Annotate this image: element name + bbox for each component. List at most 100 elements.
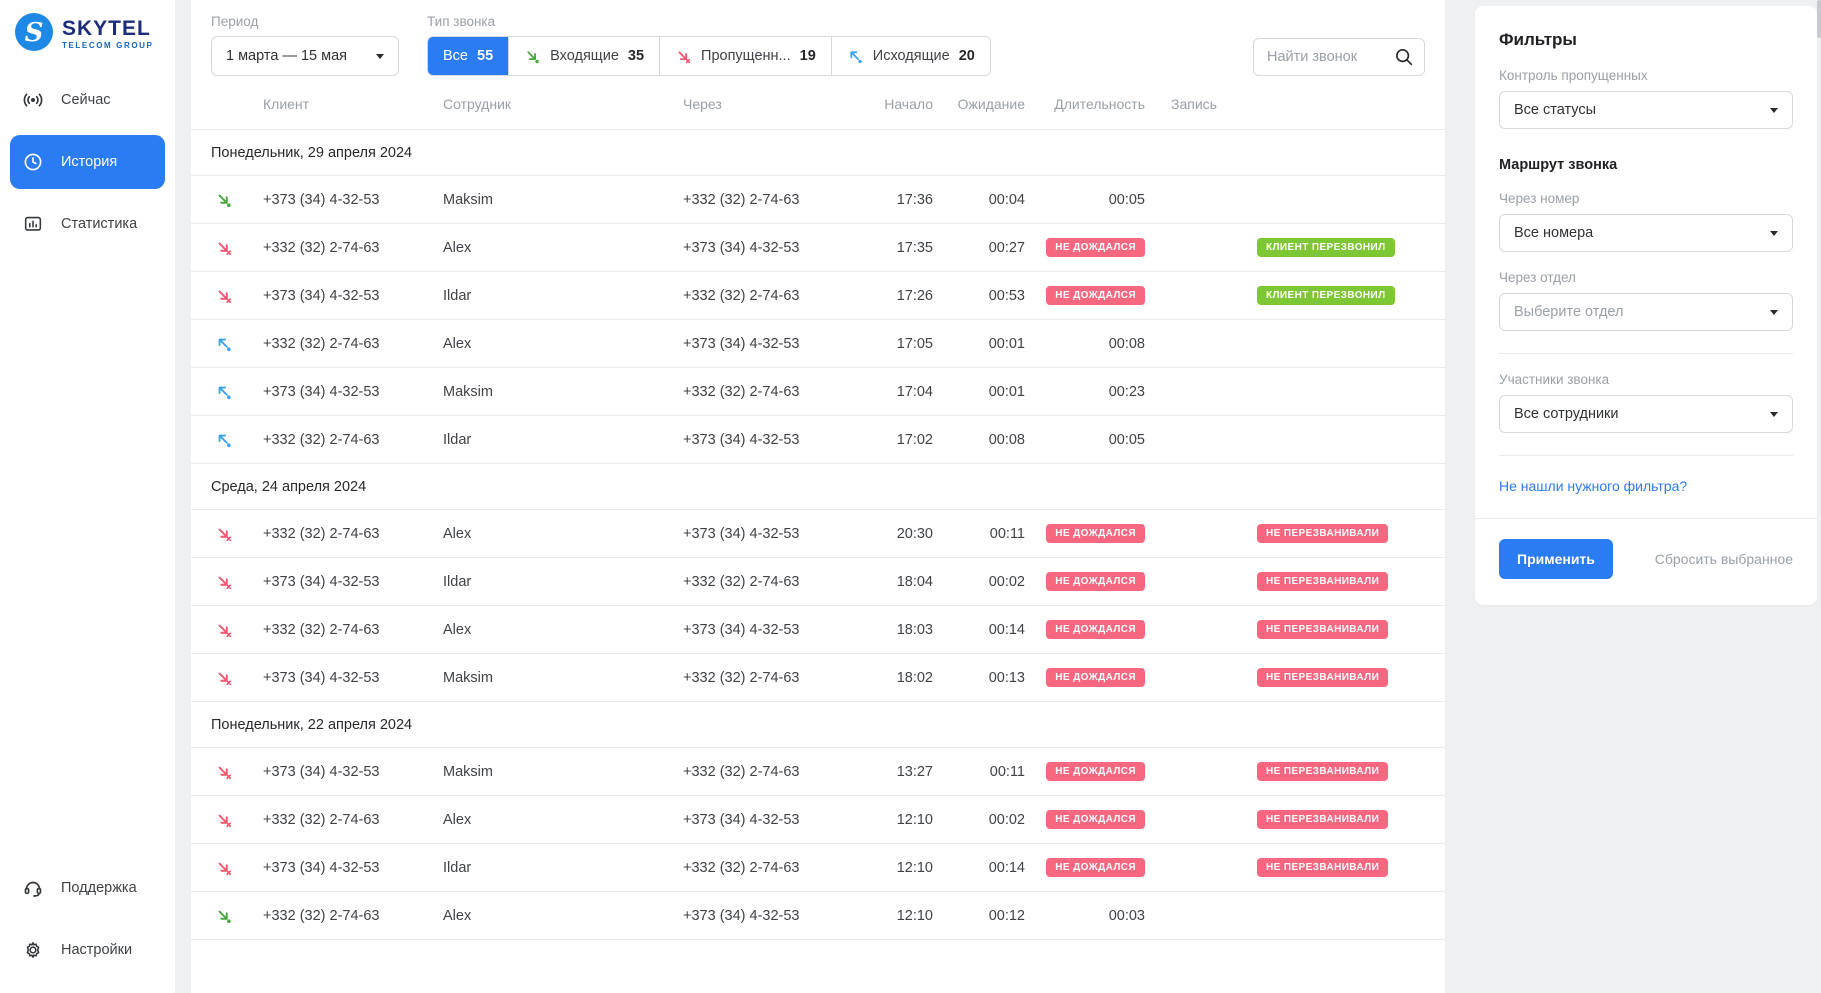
date-section-header: Понедельник, 22 апреля 2024 xyxy=(191,702,1445,748)
call-row[interactable]: +332 (32) 2-74-63Ildar+373 (34) 4-32-531… xyxy=(191,416,1445,464)
via-number: +332 (32) 2-74-63 xyxy=(683,764,855,780)
call-row[interactable]: +332 (32) 2-74-63Alex+373 (34) 4-32-5320… xyxy=(191,510,1445,558)
call-type-tab-all[interactable]: Все55 xyxy=(428,37,508,75)
sidebar-item-label: История xyxy=(61,154,117,170)
employee-name: Ildar xyxy=(443,288,683,304)
scrollbar[interactable] xyxy=(1817,0,1821,993)
call-row[interactable]: +332 (32) 2-74-63Alex+373 (34) 4-32-5312… xyxy=(191,892,1445,940)
client-number: +332 (32) 2-74-63 xyxy=(263,622,443,638)
column-header-employee: Сотрудник xyxy=(443,96,683,112)
sidebar-item-now[interactable]: Сейчас xyxy=(10,73,165,127)
start-time: 12:10 xyxy=(855,860,933,876)
tab-count: 19 xyxy=(800,48,816,64)
client-number: +373 (34) 4-32-53 xyxy=(263,764,443,780)
via-number-select[interactable]: Все номера xyxy=(1499,214,1793,252)
column-header-record: Запись xyxy=(1145,96,1257,112)
participants-select[interactable]: Все сотрудники xyxy=(1499,395,1793,433)
search-box xyxy=(1253,38,1425,76)
start-time: 17:05 xyxy=(855,336,933,352)
wait-time: 00:14 xyxy=(933,622,1025,638)
missed-call-icon xyxy=(675,48,692,65)
headset-icon xyxy=(18,877,48,899)
chevron-down-icon xyxy=(1770,231,1778,236)
duration-cell: НЕ ДОЖДАЛСЯ xyxy=(1025,238,1145,257)
client-number: +332 (32) 2-74-63 xyxy=(263,812,443,828)
client-number: +373 (34) 4-32-53 xyxy=(263,860,443,876)
call-row[interactable]: +373 (34) 4-32-53Maksim+332 (32) 2-74-63… xyxy=(191,654,1445,702)
tab-label: Исходящие xyxy=(873,48,950,64)
client-number: +332 (32) 2-74-63 xyxy=(263,432,443,448)
sidebar-item-support[interactable]: Поддержка xyxy=(10,861,165,915)
not-called-back-badge: НЕ ПЕРЕЗВАНИВАЛИ xyxy=(1257,810,1388,829)
via-number: +332 (32) 2-74-63 xyxy=(683,192,855,208)
incoming-call-icon xyxy=(524,48,541,65)
chevron-down-icon xyxy=(376,54,384,59)
via-number: +373 (34) 4-32-53 xyxy=(683,812,855,828)
not-waited-badge: НЕ ДОЖДАЛСЯ xyxy=(1046,810,1145,829)
sidebar-item-settings[interactable]: Настройки xyxy=(10,923,165,977)
employee-name: Maksim xyxy=(443,384,683,400)
toolbar: Период 1 марта — 15 мая Тип звонка Все55… xyxy=(191,0,1445,76)
missed-call-icon xyxy=(211,239,263,257)
via-number: +373 (34) 4-32-53 xyxy=(683,526,855,542)
missed-control-status: КЛИЕНТ ПЕРЕЗВОНИЛ xyxy=(1257,238,1445,257)
via-department-select[interactable]: Выберите отдел xyxy=(1499,293,1793,331)
tab-label: Входящие xyxy=(550,48,619,64)
filter-help-link[interactable]: Не нашли нужного фильтра? xyxy=(1499,478,1687,494)
call-type-tab-incoming[interactable]: Входящие35 xyxy=(508,37,659,75)
missed-control-status: НЕ ПЕРЕЗВАНИВАЛИ xyxy=(1257,572,1445,591)
brand-logo[interactable]: S SKYTEL TELECOM GROUP xyxy=(0,0,175,65)
scrollbar-thumb[interactable] xyxy=(1817,0,1821,38)
call-type-tab-missed[interactable]: Пропущенн...19 xyxy=(659,37,831,75)
call-type-label: Тип звонка xyxy=(427,14,991,29)
duration-value: 00:05 xyxy=(1025,432,1145,448)
not-called-back-badge: НЕ ПЕРЕЗВАНИВАЛИ xyxy=(1257,620,1388,639)
filters-title: Фильтры xyxy=(1499,30,1793,50)
not-called-back-badge: НЕ ПЕРЕЗВАНИВАЛИ xyxy=(1257,668,1388,687)
via-number: +332 (32) 2-74-63 xyxy=(683,670,855,686)
missed-control-select[interactable]: Все статусы xyxy=(1499,91,1793,129)
period-label: Период xyxy=(211,14,399,29)
call-row[interactable]: +373 (34) 4-32-53Maksim+332 (32) 2-74-63… xyxy=(191,748,1445,796)
via-number: +373 (34) 4-32-53 xyxy=(683,622,855,638)
start-time: 17:04 xyxy=(855,384,933,400)
wait-time: 00:02 xyxy=(933,812,1025,828)
call-row[interactable]: +373 (34) 4-32-53Maksim+332 (32) 2-74-63… xyxy=(191,368,1445,416)
table-header: Клиент Сотрудник Через Начало Ожидание Д… xyxy=(191,78,1445,130)
call-row[interactable]: +332 (32) 2-74-63Alex+373 (34) 4-32-5312… xyxy=(191,796,1445,844)
employee-name: Ildar xyxy=(443,432,683,448)
sidebar-item-history[interactable]: История xyxy=(10,135,165,189)
duration-value: 00:03 xyxy=(1025,908,1145,924)
via-number-label: Через номер xyxy=(1499,191,1793,206)
call-row[interactable]: +332 (32) 2-74-63Alex+373 (34) 4-32-5317… xyxy=(191,224,1445,272)
call-row[interactable]: +332 (32) 2-74-63Alex+373 (34) 4-32-5318… xyxy=(191,606,1445,654)
not-waited-badge: НЕ ДОЖДАЛСЯ xyxy=(1046,620,1145,639)
wait-time: 00:08 xyxy=(933,432,1025,448)
wait-time: 00:13 xyxy=(933,670,1025,686)
chevron-down-icon xyxy=(1770,412,1778,417)
period-select[interactable]: 1 марта — 15 мая xyxy=(211,36,399,76)
via-number: +373 (34) 4-32-53 xyxy=(683,908,855,924)
call-row[interactable]: +373 (34) 4-32-53Ildar+332 (32) 2-74-631… xyxy=(191,272,1445,320)
call-row[interactable]: +332 (32) 2-74-63Alex+373 (34) 4-32-5317… xyxy=(191,320,1445,368)
wait-time: 00:27 xyxy=(933,240,1025,256)
reset-button[interactable]: Сбросить выбранное xyxy=(1655,551,1793,567)
sidebar: S SKYTEL TELECOM GROUP xyxy=(0,0,175,993)
incoming-call-icon xyxy=(211,907,263,925)
client-number: +332 (32) 2-74-63 xyxy=(263,240,443,256)
call-type-tab-outgoing[interactable]: Исходящие20 xyxy=(831,37,990,75)
start-time: 13:27 xyxy=(855,764,933,780)
brand-tagline: TELECOM GROUP xyxy=(62,42,153,50)
start-time: 17:36 xyxy=(855,192,933,208)
call-row[interactable]: +373 (34) 4-32-53Ildar+332 (32) 2-74-631… xyxy=(191,844,1445,892)
live-icon xyxy=(18,89,48,111)
call-row[interactable]: +373 (34) 4-32-53Maksim+332 (32) 2-74-63… xyxy=(191,176,1445,224)
column-header-client: Клиент xyxy=(263,96,443,112)
call-row[interactable]: +373 (34) 4-32-53Ildar+332 (32) 2-74-631… xyxy=(191,558,1445,606)
not-called-back-badge: НЕ ПЕРЕЗВАНИВАЛИ xyxy=(1257,524,1388,543)
sidebar-item-statistics[interactable]: Статистика xyxy=(10,197,165,251)
chevron-down-icon xyxy=(1770,310,1778,315)
apply-button[interactable]: Применить xyxy=(1499,539,1613,579)
not-waited-badge: НЕ ДОЖДАЛСЯ xyxy=(1046,572,1145,591)
duration-cell: НЕ ДОЖДАЛСЯ xyxy=(1025,524,1145,543)
